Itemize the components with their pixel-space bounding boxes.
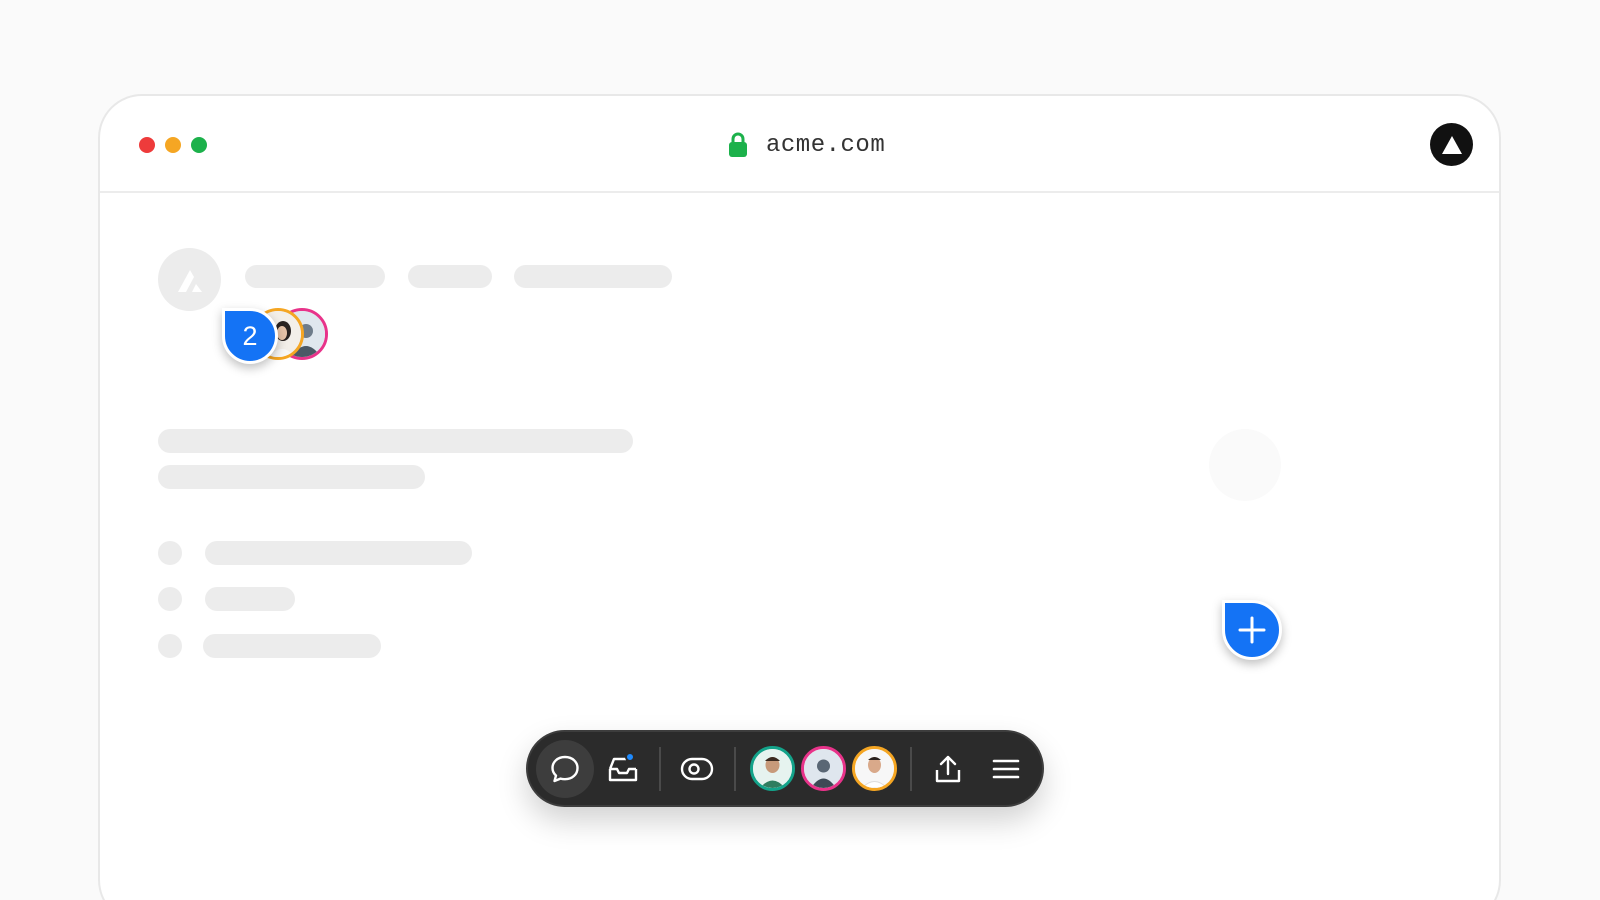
list-item-skeleton bbox=[205, 587, 295, 611]
ghost-circle bbox=[1209, 429, 1281, 501]
toolbar-divider bbox=[659, 747, 661, 791]
plus-icon bbox=[1238, 616, 1266, 644]
comment-count: 2 bbox=[242, 320, 258, 351]
hamburger-menu-icon bbox=[992, 759, 1020, 779]
nav-skeleton-1 bbox=[245, 265, 385, 288]
eye-toggle-icon bbox=[680, 757, 714, 781]
new-comment-pin[interactable] bbox=[1222, 600, 1282, 660]
list-item-skeleton bbox=[205, 541, 472, 565]
list-bullet-skeleton bbox=[158, 541, 182, 565]
comment-thread-pin[interactable]: 2 bbox=[222, 308, 278, 364]
vercel-triangle-icon[interactable] bbox=[1430, 123, 1473, 166]
collaborator-avatar-teal[interactable] bbox=[750, 746, 795, 791]
minimize-window-button[interactable] bbox=[165, 137, 181, 153]
collaboration-toolbar bbox=[526, 730, 1044, 807]
view-toggle-button[interactable] bbox=[668, 740, 726, 798]
inbox-button[interactable] bbox=[594, 740, 652, 798]
comment-button[interactable] bbox=[536, 740, 594, 798]
list-bullet-skeleton bbox=[158, 634, 182, 658]
notification-dot bbox=[625, 752, 635, 762]
maximize-window-button[interactable] bbox=[191, 137, 207, 153]
url-text: acme.com bbox=[766, 131, 886, 159]
browser-titlebar: acme.com bbox=[100, 96, 1499, 193]
share-upload-icon bbox=[935, 755, 961, 783]
list-bullet-skeleton bbox=[158, 587, 182, 611]
collaborator-avatar-pink[interactable] bbox=[801, 746, 846, 791]
collaborator-avatar-orange[interactable] bbox=[852, 746, 897, 791]
toolbar-divider bbox=[910, 747, 912, 791]
heading-skeleton-line-1 bbox=[158, 429, 633, 453]
toolbar-divider bbox=[734, 747, 736, 791]
site-logo-icon bbox=[158, 248, 221, 311]
address-bar[interactable]: acme.com bbox=[728, 130, 885, 160]
nav-skeleton-2 bbox=[408, 265, 492, 288]
menu-button[interactable] bbox=[977, 740, 1035, 798]
close-window-button[interactable] bbox=[139, 137, 155, 153]
nav-skeleton-3 bbox=[514, 265, 672, 288]
share-button[interactable] bbox=[919, 740, 977, 798]
comment-bubble-icon bbox=[551, 755, 579, 783]
lock-icon bbox=[729, 132, 747, 157]
heading-skeleton-line-2 bbox=[158, 465, 425, 489]
list-item-skeleton bbox=[203, 634, 381, 658]
